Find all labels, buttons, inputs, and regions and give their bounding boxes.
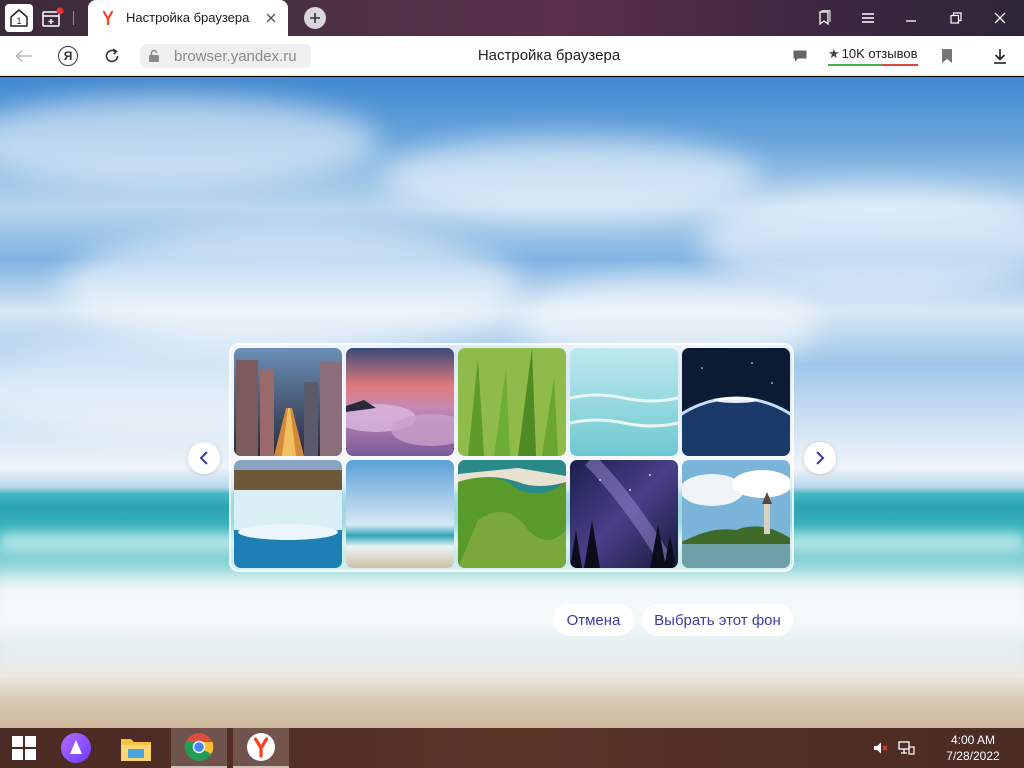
- new-window-icon: [42, 7, 64, 27]
- background-thumbnail-turquoise-water[interactable]: [570, 348, 678, 456]
- network-button[interactable]: [896, 728, 916, 768]
- chrome-taskbar-button[interactable]: [171, 728, 227, 768]
- choose-background-button[interactable]: Выбрать этот фон: [642, 604, 793, 636]
- reviews-label: 10K отзывов: [841, 46, 918, 61]
- plus-icon: [310, 13, 320, 23]
- windows-logo-icon: [12, 736, 36, 760]
- previous-backgrounds-button[interactable]: [188, 442, 220, 474]
- minimize-icon: [906, 20, 916, 22]
- restore-icon: [950, 12, 962, 24]
- url-text[interactable]: browser.yandex.ru: [174, 48, 297, 65]
- yandex-button[interactable]: Я: [56, 44, 80, 68]
- speaker-muted-icon: [874, 742, 888, 754]
- star-icon: ★: [828, 46, 840, 61]
- clock-time: 4:00 AM: [950, 733, 996, 747]
- background-thumbnail-city-night[interactable]: [234, 348, 342, 456]
- folder-icon: [121, 739, 151, 761]
- new-tab-button[interactable]: [304, 7, 326, 29]
- home-badge: 1: [16, 16, 21, 26]
- system-clock[interactable]: 4:00 AM 7/28/2022: [938, 732, 1008, 764]
- background-picker: [229, 343, 794, 572]
- yandex-browser-icon: [247, 733, 275, 761]
- chevron-right-icon: [816, 451, 825, 465]
- alice-icon: [61, 733, 91, 763]
- menu-button[interactable]: [856, 6, 880, 30]
- download-icon: [994, 49, 1006, 64]
- clock-date: 7/28/2022: [946, 749, 1000, 763]
- back-arrow-icon: [15, 49, 32, 63]
- reviews-badge[interactable]: ★ 10K отзывов: [828, 46, 918, 68]
- next-backgrounds-button[interactable]: [804, 442, 836, 474]
- active-tab[interactable]: Настройка браузера: [88, 0, 288, 36]
- background-thumbnail-starry-sky[interactable]: [570, 460, 678, 568]
- close-icon: [994, 12, 1006, 24]
- home-icon: 1: [5, 4, 33, 32]
- new-window-button[interactable]: [38, 4, 66, 32]
- alice-button[interactable]: [52, 728, 100, 768]
- bookmark-button[interactable]: [935, 44, 959, 68]
- cancel-button[interactable]: Отмена: [553, 604, 634, 636]
- reload-icon: [105, 48, 119, 63]
- background-thumbnail-sunset-clouds[interactable]: [346, 348, 454, 456]
- tab-close-icon[interactable]: [263, 10, 279, 26]
- chrome-icon: [184, 733, 214, 761]
- bookmark-icon: [942, 49, 952, 63]
- yandex-y-icon: [100, 10, 116, 26]
- tab-bar: 1 Настройка браузера: [0, 0, 1024, 36]
- background-thumbnail-waterfall[interactable]: [234, 460, 342, 568]
- address-bar: Я browser.yandex.ru Настройка браузера ★…: [0, 36, 1024, 76]
- file-explorer-button[interactable]: [112, 728, 160, 768]
- comment-icon: [793, 50, 807, 62]
- tabs-menu-button[interactable]: [812, 6, 836, 30]
- bookmarks-panel-icon: [819, 10, 831, 26]
- background-thumbnail-lake-church[interactable]: [682, 460, 790, 568]
- close-window-button[interactable]: [988, 6, 1012, 30]
- reload-button[interactable]: [100, 44, 124, 68]
- lock-icon[interactable]: [146, 48, 162, 64]
- reviews-rating-bar: [828, 64, 918, 66]
- home-button[interactable]: 1: [5, 4, 33, 32]
- network-icon: [898, 741, 915, 755]
- yandex-ya-icon: Я: [58, 46, 78, 66]
- yandex-browser-taskbar-button[interactable]: [233, 728, 289, 768]
- background-thumbnail-earth-from-space[interactable]: [682, 348, 790, 456]
- background-preview: Отмена Выбрать этот фон: [0, 77, 1024, 728]
- comments-button[interactable]: [788, 44, 812, 68]
- background-thumbnail-green-grass[interactable]: [458, 348, 566, 456]
- tab-title: Настройка браузера: [126, 10, 250, 25]
- taskbar: 4:00 AM 7/28/2022: [0, 728, 1024, 768]
- tab-separator: [73, 11, 74, 25]
- back-button[interactable]: [12, 44, 36, 68]
- hamburger-icon: [862, 13, 874, 23]
- chevron-left-icon: [199, 451, 208, 465]
- background-thumbnail-sea-sky[interactable]: [346, 460, 454, 568]
- downloads-button[interactable]: [988, 44, 1012, 68]
- start-button[interactable]: [0, 728, 48, 768]
- restore-button[interactable]: [944, 6, 968, 30]
- volume-muted-button[interactable]: [872, 728, 890, 768]
- page-title: Настройка браузера: [477, 47, 621, 64]
- background-thumbnail-green-cliffs[interactable]: [458, 460, 566, 568]
- minimize-button[interactable]: [899, 6, 923, 30]
- url-field[interactable]: browser.yandex.ru: [140, 44, 311, 68]
